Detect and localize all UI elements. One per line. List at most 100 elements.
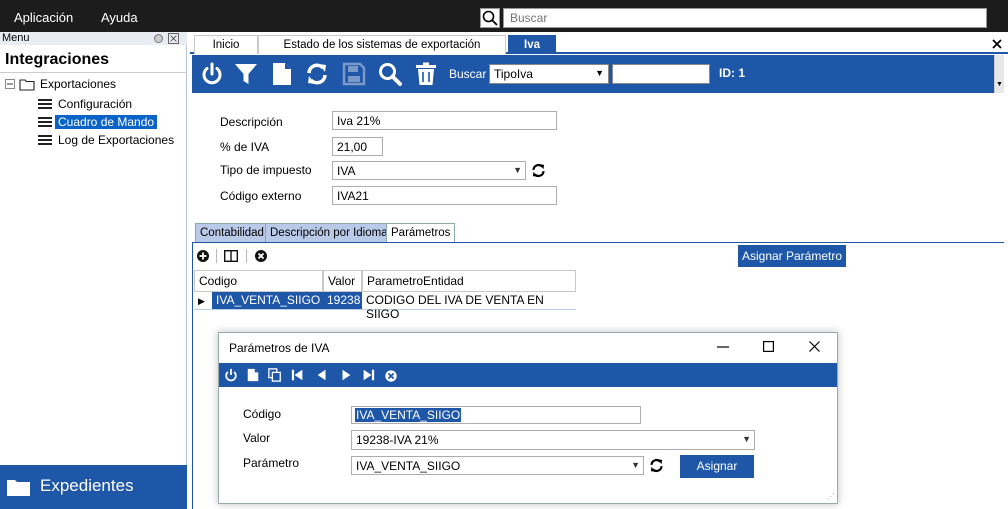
tree-item-configuracion[interactable]: Configuración xyxy=(38,96,178,112)
tab-iva[interactable]: Iva xyxy=(508,35,556,54)
column-header-parametro-entidad[interactable]: ParametroEntidad xyxy=(362,270,576,292)
cell-codigo[interactable]: IVA_VENTA_SIIGO xyxy=(212,292,323,310)
expedientes-label: Expedientes xyxy=(40,476,134,495)
new-document-icon[interactable] xyxy=(246,367,260,383)
cell-valor[interactable]: 19238 xyxy=(323,292,362,310)
tipo-impuesto-select[interactable]: IVA ▼ xyxy=(332,161,526,180)
close-icon[interactable] xyxy=(168,33,179,44)
search-field-select[interactable]: TipoIva ▼ xyxy=(489,64,609,84)
asignar-button[interactable]: Asignar xyxy=(680,455,754,478)
asignar-parametro-button[interactable]: Asignar Parámetro xyxy=(738,245,846,267)
row-indicator-icon: ▶ xyxy=(194,292,212,310)
dialog-title: Parámetros de IVA xyxy=(229,341,330,355)
tree-item-label: Log de Exportaciones xyxy=(58,133,175,147)
search-icon[interactable] xyxy=(378,62,402,86)
dropdown-arrow-icon: ▼ xyxy=(742,434,751,444)
folder-icon xyxy=(7,480,30,496)
tab-strip: Inicio Estado de los sistemas de exporta… xyxy=(190,32,1008,54)
record-id: ID: 1 xyxy=(719,66,746,80)
toolbar: Buscar TipoIva ▼ ID: 1 xyxy=(192,55,994,93)
next-record-icon[interactable] xyxy=(339,367,353,383)
first-record-icon[interactable] xyxy=(291,367,305,383)
minimize-icon[interactable] xyxy=(717,345,729,349)
tree-item-cuadro-de-mando[interactable]: Cuadro de Mando xyxy=(38,114,178,130)
codigo-externo-label: Código externo xyxy=(220,189,302,203)
buscar-label: Buscar xyxy=(449,67,487,81)
expedientes-button[interactable]: Expedientes xyxy=(0,465,187,509)
tab-descripcion-idioma[interactable]: Descripción por Idioma xyxy=(265,223,393,243)
tree-item-label: Configuración xyxy=(58,97,133,111)
sidebar-title: Integraciones xyxy=(5,51,110,68)
divider xyxy=(192,242,1004,243)
list-icon xyxy=(38,135,52,145)
tab-contabilidad[interactable]: Contabilidad xyxy=(195,223,269,243)
refresh-icon[interactable] xyxy=(649,458,664,473)
parametro-select[interactable]: IVA_VENTA_SIIGO ▼ xyxy=(351,456,644,475)
column-header-codigo[interactable]: Codigo xyxy=(194,270,323,292)
copy-icon[interactable] xyxy=(268,367,282,383)
tree-item-log-exportaciones[interactable]: Log de Exportaciones xyxy=(38,132,183,148)
porcentaje-iva-label: % de IVA xyxy=(220,140,270,154)
tab-estado-sistemas[interactable]: Estado de los sistemas de exportación xyxy=(258,35,506,54)
codigo-field[interactable]: IVA_VENTA_SIIGO xyxy=(351,406,641,424)
close-icon[interactable] xyxy=(809,341,820,352)
columns-icon[interactable] xyxy=(224,250,238,262)
last-record-icon[interactable] xyxy=(361,367,375,383)
menu-aplicacion[interactable]: Aplicación xyxy=(14,10,73,25)
search-field-value: TipoIva xyxy=(494,67,533,81)
codigo-value: IVA_VENTA_SIIGO xyxy=(355,408,462,422)
descripcion-label: Descripción xyxy=(220,115,283,129)
tree-item-label: Exportaciones xyxy=(40,77,117,91)
descripcion-field[interactable]: Iva 21% xyxy=(332,111,557,130)
save-icon[interactable] xyxy=(342,62,366,86)
parametro-label: Parámetro xyxy=(243,456,300,470)
porcentaje-iva-field[interactable]: 21,00 xyxy=(332,137,383,156)
dropdown-arrow-icon: ▼ xyxy=(513,165,522,175)
divider xyxy=(0,72,187,73)
power-icon[interactable] xyxy=(200,62,224,86)
cell-parametro-entidad[interactable]: CODIGO DEL IVA DE VENTA EN SIIGO xyxy=(362,292,576,321)
new-document-icon[interactable] xyxy=(270,62,294,86)
search-icon[interactable] xyxy=(480,8,500,28)
dropdown-arrow-icon: ▼ xyxy=(595,68,604,78)
codigo-externo-field[interactable]: IVA21 xyxy=(332,186,557,205)
filter-icon[interactable] xyxy=(234,62,258,86)
tipo-impuesto-label: Tipo de impuesto xyxy=(220,163,312,177)
tipo-impuesto-value: IVA xyxy=(337,164,356,178)
pin-icon[interactable] xyxy=(153,33,164,44)
close-tab-icon[interactable] xyxy=(992,39,1002,49)
divider xyxy=(192,243,193,509)
collapse-icon[interactable] xyxy=(5,79,15,89)
parametros-grid: Codigo Valor ParametroEntidad ▶ IVA_VENT… xyxy=(194,270,576,321)
parametros-toolbar xyxy=(194,245,1002,267)
add-icon[interactable] xyxy=(197,250,209,262)
sidebar-header: Menu xyxy=(0,32,187,45)
cancel-icon[interactable] xyxy=(384,368,398,384)
remove-icon[interactable] xyxy=(255,250,267,262)
sidebar: Menu Integraciones Exportaciones Configu… xyxy=(0,32,187,509)
refresh-icon[interactable] xyxy=(531,163,546,178)
search-value-input[interactable] xyxy=(612,64,710,84)
divider xyxy=(216,249,217,263)
resize-grip-icon[interactable]: ⋰ xyxy=(827,492,835,501)
tab-inicio[interactable]: Inicio xyxy=(194,35,258,54)
maximize-icon[interactable] xyxy=(763,341,774,352)
refresh-icon[interactable] xyxy=(305,62,329,86)
previous-record-icon[interactable] xyxy=(315,367,329,383)
valor-select[interactable]: 19238-IVA 21% ▼ xyxy=(351,430,755,450)
parametros-iva-dialog: Parámetros de IVA Código IVA_VENTA_SIIGO… xyxy=(218,332,838,504)
valor-value: 19238-IVA 21% xyxy=(356,433,439,447)
global-search-input[interactable] xyxy=(503,8,987,28)
folder-icon xyxy=(19,79,35,91)
tab-parametros[interactable]: Parámetros xyxy=(386,223,456,243)
tree-item-exportaciones[interactable]: Exportaciones xyxy=(5,76,180,92)
sidebar-menu-label: Menu xyxy=(2,32,30,44)
power-icon[interactable] xyxy=(224,367,238,383)
column-header-valor[interactable]: Valor xyxy=(323,270,362,292)
chevron-down-icon: ▼ xyxy=(996,81,1003,88)
menu-ayuda[interactable]: Ayuda xyxy=(101,10,138,25)
divider xyxy=(246,249,247,263)
list-icon xyxy=(38,99,52,109)
toolbar-overflow[interactable]: ▼ xyxy=(994,55,1004,93)
trash-icon[interactable] xyxy=(414,62,438,86)
